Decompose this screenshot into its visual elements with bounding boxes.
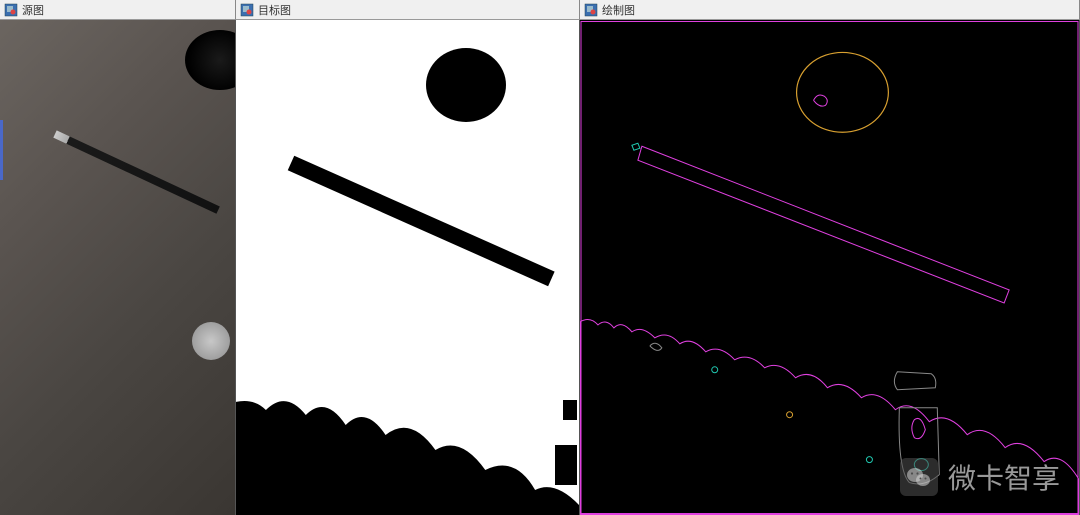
contour-blob-1: [894, 372, 935, 390]
binary-edge-blob-2: [563, 400, 577, 420]
contour-speck-4: [650, 343, 662, 350]
contour-image-panel: 绘制图: [580, 0, 1080, 515]
contour-oval-inner: [814, 95, 828, 106]
binary-edge-blob-1: [555, 445, 577, 485]
contour-border: [581, 21, 1078, 513]
titlebar-target[interactable]: 目标图: [236, 0, 580, 20]
pencil-object: [53, 130, 220, 213]
window-container: 源图 目标图: [0, 0, 1080, 515]
contour-speck-1: [712, 367, 718, 373]
source-image-content: [0, 20, 236, 515]
title-label: 目标图: [258, 2, 291, 18]
contour-oval: [797, 52, 889, 132]
contour-pencil-tip: [632, 143, 640, 150]
titlebar-source[interactable]: 源图: [0, 0, 236, 20]
contour-blob-2-inner-1: [912, 418, 925, 438]
contour-speck-3: [866, 457, 872, 463]
contour-image-content: [580, 20, 1080, 515]
binary-noise-region: [236, 295, 579, 515]
watermark-text: 微卡智享: [948, 457, 1060, 497]
title-label: 绘制图: [602, 2, 635, 18]
coin-object: [192, 322, 230, 360]
target-image-panel: 目标图: [236, 0, 580, 515]
watermark: 微卡智享: [900, 457, 1060, 497]
contour-speck-2: [787, 412, 793, 418]
contour-pencil: [638, 146, 1009, 303]
binary-oval: [426, 48, 506, 122]
app-icon: [584, 3, 598, 17]
titlebar-contour[interactable]: 绘制图: [580, 0, 1080, 20]
left-highlight: [0, 120, 3, 180]
title-label: 源图: [22, 2, 44, 18]
lens-cap-object: [185, 30, 236, 90]
app-icon: [4, 3, 18, 17]
target-image-content: [236, 20, 580, 515]
app-icon: [240, 3, 254, 17]
binary-pencil: [288, 156, 555, 287]
source-image-panel: 源图: [0, 0, 236, 515]
wechat-icon: [900, 458, 938, 496]
